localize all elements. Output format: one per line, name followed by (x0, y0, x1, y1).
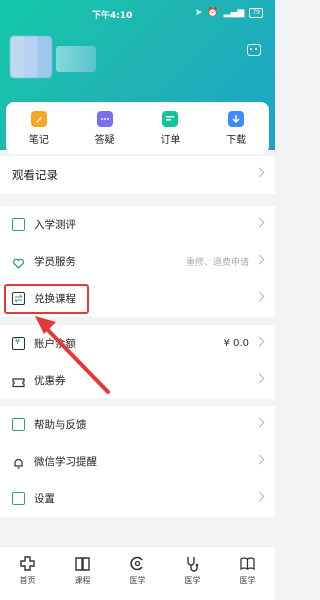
battery-icon: 79 (249, 8, 263, 18)
row-label: 观看记录 (12, 168, 58, 182)
quick-actions-card: 笔记 答疑 订单 下载 (6, 102, 269, 154)
row-label: 优惠券 (34, 375, 66, 387)
row-label: 入学测评 (34, 219, 76, 231)
balance-value: ¥ 0.0 (223, 338, 249, 349)
tab-label: 医学 (184, 576, 201, 585)
tab-label: 课程 (74, 576, 91, 585)
chevron-right-icon (254, 291, 265, 302)
section-wallet: ¥ 账户余额 ¥ 0.0 优惠券 (0, 325, 275, 399)
row-wechat-reminder[interactable]: 微信学习提醒 (0, 443, 275, 480)
row-label: 账户余额 (34, 338, 76, 350)
chevron-right-icon (254, 491, 265, 502)
row-help[interactable]: 帮助与反馈 (0, 406, 275, 443)
row-label: 微信学习提醒 (34, 456, 97, 468)
row-settings[interactable]: 设置 (0, 480, 275, 517)
download-icon (228, 110, 245, 127)
chevron-right-icon (254, 254, 265, 265)
help-icon (12, 418, 25, 431)
chevron-right-icon (254, 373, 265, 384)
chevron-right-icon (254, 336, 265, 347)
quick-item-orders[interactable]: 订单 (140, 110, 200, 146)
history-card: 观看记录 (0, 156, 275, 194)
chat-icon (96, 110, 113, 127)
quick-item-qa[interactable]: 答疑 (75, 110, 135, 146)
checklist-icon (12, 218, 25, 231)
tab-medical-1[interactable]: 医学 (114, 555, 162, 600)
tab-medical-3[interactable]: 医学 (224, 555, 272, 600)
section-settings: 帮助与反馈 微信学习提醒 设置 (0, 406, 275, 517)
quick-item-notes[interactable]: 笔记 (9, 110, 69, 146)
open-book-icon (239, 555, 256, 572)
message-icon[interactable] (247, 44, 261, 56)
row-entrance-test[interactable]: 入学测评 (0, 206, 275, 243)
quick-item-label: 下载 (226, 134, 247, 146)
alarm-icon: ⏰ (207, 8, 219, 18)
settings-icon (12, 492, 25, 505)
status-icons: ➤ ⏰ ▂▄▆ 79 (195, 8, 263, 18)
chevron-right-icon (254, 167, 265, 178)
tab-medical-2[interactable]: 医学 (169, 555, 217, 600)
row-student-service[interactable]: 学员服务 重修、退费申请 (0, 243, 275, 280)
notes-icon (30, 110, 47, 127)
wallet-icon: ¥ (12, 337, 25, 350)
row-history[interactable]: 观看记录 (0, 156, 275, 194)
home-icon (19, 555, 36, 572)
tab-courses[interactable]: 课程 (59, 555, 107, 600)
row-balance[interactable]: ¥ 账户余额 ¥ 0.0 (0, 325, 275, 362)
chevron-right-icon (254, 454, 265, 465)
status-time: 下午4:10 (92, 11, 133, 21)
location-icon: ➤ (194, 8, 203, 18)
tab-label: 医学 (239, 576, 256, 585)
order-icon (162, 110, 179, 127)
tab-label: 医学 (129, 576, 146, 585)
heart-icon (12, 255, 25, 269)
redeem-highlight-box (4, 284, 89, 314)
tab-label: 首页 (19, 576, 36, 585)
stethoscope-icon (184, 555, 201, 572)
bottom-tab-bar: 首页 课程 医学 医学 医学 (0, 546, 275, 600)
quick-item-label: 订单 (160, 134, 181, 146)
coupon-icon (12, 374, 25, 388)
row-label: 设置 (34, 493, 55, 505)
signal-icon: ▂▄▆ (223, 8, 245, 18)
row-label: 学员服务 (34, 256, 76, 268)
quick-item-label: 答疑 (94, 134, 115, 146)
status-bar: 下午4:10 ➤ ⏰ ▂▄▆ 79 (0, 6, 275, 22)
bell-icon (12, 455, 25, 469)
row-subtitle: 重修、退费申请 (185, 258, 249, 268)
chevron-right-icon (254, 217, 265, 228)
row-label: 帮助与反馈 (34, 419, 87, 431)
chevron-right-icon (254, 417, 265, 428)
tab-home[interactable]: 首页 (4, 555, 52, 600)
quick-item-download[interactable]: 下载 (206, 110, 266, 146)
row-coupons[interactable]: 优惠券 (0, 362, 275, 399)
username-blurred[interactable] (56, 46, 96, 72)
quick-item-label: 笔记 (28, 134, 49, 146)
book-icon (74, 555, 91, 572)
avatar[interactable] (10, 36, 52, 78)
medical-c-icon (129, 555, 146, 572)
